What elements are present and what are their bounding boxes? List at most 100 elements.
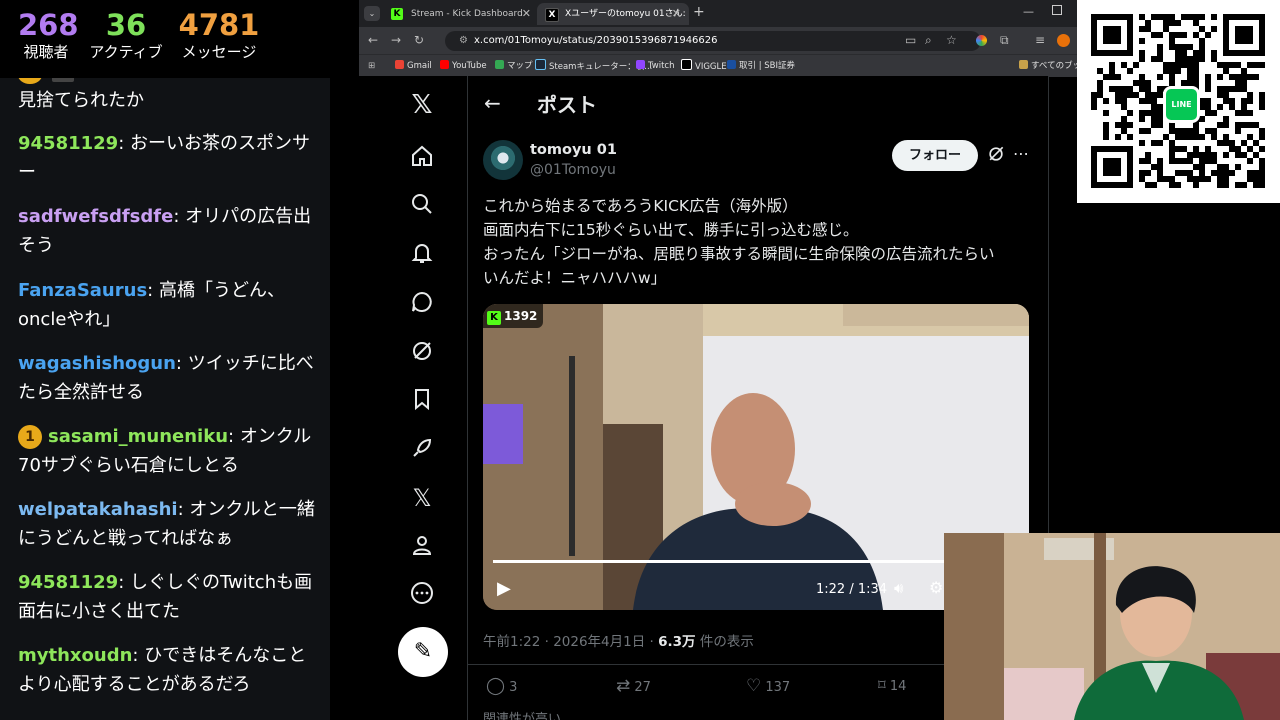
volume-icon[interactable]: 🔊︎ [894, 579, 903, 597]
chat-message-partial: 見捨てられたか [18, 90, 144, 111]
zoom-icon[interactable]: ⌕ [925, 33, 932, 48]
chat-username[interactable]: sadfwefsdfsdfe [18, 206, 173, 227]
chat-panel: 見捨てられたか 94581129: おーいお茶のスポンサー sadfwefsdf… [0, 78, 330, 720]
post-line: これから始まるであろうKICK広告（海外版） [483, 197, 798, 215]
grok-explain-icon[interactable] [986, 144, 1006, 168]
extensions-icon[interactable]: ⧉ [1000, 33, 1009, 48]
reply-button[interactable]: ◯ 3 [486, 676, 517, 696]
tab-x-post[interactable]: X Xユーザーのtomoyu 01さん: ✕ [537, 3, 689, 25]
x-logo-icon[interactable]: 𝕏 [408, 91, 436, 119]
bookmark-count: 14 [889, 679, 907, 694]
new-tab-icon[interactable]: + [693, 4, 705, 20]
close-icon[interactable]: ✕ [672, 3, 681, 25]
cast-icon[interactable]: ▭ [905, 33, 916, 48]
profile-avatar[interactable] [1057, 34, 1070, 47]
x-premium-icon[interactable]: 𝕏 [408, 484, 436, 512]
site-info-icon[interactable]: ⚙ [459, 35, 468, 46]
tab-label: Stream - Kick Dashboard [411, 9, 523, 19]
maximize-icon[interactable] [1052, 5, 1062, 15]
bookmark-steam[interactable]: Steamキュレーター：収... [535, 59, 652, 74]
bookmark-gmail[interactable]: Gmail [395, 59, 432, 73]
address-bar[interactable]: ⚙ x.com/01Tomoyu/status/20390153968719466… [445, 31, 981, 51]
back-icon[interactable]: ← [368, 33, 378, 48]
post-line: おったん「ジローがね、居眠り事故する瞬間に生命保険の広告流れたらい [483, 245, 995, 263]
more-icon[interactable] [408, 581, 436, 609]
post-timestamp[interactable]: 午前1:22 · 2026年4月1日 · [483, 634, 658, 650]
viewers-stat: 268 視聴者 [18, 8, 79, 62]
chat-message: mythxoudn: ひできはそんなことより心配することがあるだろ [18, 645, 307, 695]
partial-emote-icon [52, 78, 74, 82]
viewers-label: 視聴者 [23, 43, 69, 61]
reply-sort-label[interactable]: 関連性が高い [483, 708, 561, 720]
media-icon[interactable]: ≡ [1035, 33, 1045, 48]
x-favicon-icon: X [545, 8, 559, 22]
apps-icon[interactable]: ⊞ [368, 59, 375, 73]
star-icon[interactable]: ☆ [946, 33, 957, 48]
line-logo-icon: LINE [1163, 86, 1200, 123]
premium-rocket-icon[interactable] [408, 436, 436, 464]
chat-message: wagashishogun: ツイッチに比べたら全然許せる [18, 353, 314, 403]
tab-bar: ⌄ K Stream - Kick Dashboard ✕ X Xユーザーのto… [359, 0, 1077, 27]
bookmark-button[interactable]: ⌑ 14 [878, 676, 906, 694]
play-icon[interactable]: ▶ [497, 578, 511, 599]
follow-button[interactable]: フォロー [892, 140, 978, 171]
back-arrow-icon[interactable]: ← [484, 91, 501, 115]
bookmark-twitch[interactable]: Twitch [636, 59, 675, 73]
repost-icon: ⇄ [616, 676, 631, 696]
all-bookmarks[interactable]: すべてのブック [1019, 59, 1077, 73]
grok-icon[interactable] [408, 339, 436, 367]
video-time: 1:22 / 1:34 [816, 582, 888, 597]
search-icon[interactable] [408, 192, 436, 220]
chat-username[interactable]: 94581129 [18, 133, 118, 154]
bookmark-viggle[interactable]: VIGGLE [681, 59, 727, 74]
minimize-icon[interactable]: — [1023, 5, 1034, 18]
notifications-icon[interactable] [408, 241, 436, 269]
avatar[interactable] [483, 140, 523, 180]
webcam-feed-image [944, 533, 1280, 720]
chat-username[interactable]: FanzaSaurus [18, 280, 147, 301]
viewer-count-badge: K 1392 [483, 304, 544, 328]
chat-message: sadfwefsdfsdfe: オリパの広告出そう [18, 206, 312, 256]
post-meta: 午前1:22 · 2026年4月1日 · 6.3万 件の表示 [483, 630, 754, 650]
compose-post-button[interactable]: ✎ [398, 627, 448, 677]
messages-stat: 4781 メッセージ [178, 8, 260, 62]
view-count-suffix: 件の表示 [695, 634, 754, 650]
home-icon[interactable] [408, 144, 436, 172]
like-button[interactable]: ♡ 137 [746, 676, 790, 696]
more-options-icon[interactable]: ⋯ [1013, 144, 1029, 163]
active-count: 36 [105, 8, 147, 42]
bookmark-youtube[interactable]: YouTube [440, 59, 487, 73]
bookmark-icon: ⌑ [878, 676, 886, 694]
close-icon[interactable]: ✕ [522, 3, 531, 25]
bookmarks-bar: ⊞ Gmail YouTube マップ Steamキュレーター：収... Twi… [359, 54, 1077, 77]
chat-message: 94581129: しぐしぐのTwitchも画面右に小さく出てた [18, 572, 313, 622]
messages-icon[interactable] [408, 290, 436, 318]
chat-username[interactable]: wagashishogun [18, 353, 176, 374]
author-handle[interactable]: @01Tomoyu [530, 162, 616, 178]
like-count: 137 [765, 680, 791, 695]
viewers-count: 268 [18, 8, 79, 42]
chat-username[interactable]: mythxoudn [18, 645, 132, 666]
bookmark-sbi[interactable]: 取引 | SBI証券 [727, 59, 795, 73]
video-progress-track[interactable] [493, 560, 1019, 563]
tab-kick-dashboard[interactable]: K Stream - Kick Dashboard ✕ [383, 3, 539, 25]
chat-username[interactable]: 94581129 [18, 572, 118, 593]
extension-icon[interactable] [976, 35, 987, 46]
forward-icon[interactable]: → [391, 33, 401, 48]
tab-label: Xユーザーのtomoyu 01さん: [565, 9, 686, 19]
bookmarks-icon[interactable] [408, 387, 436, 415]
repost-count: 27 [634, 680, 651, 695]
repost-button[interactable]: ⇄ 27 [616, 676, 651, 696]
reload-icon[interactable]: ↻ [414, 33, 424, 48]
chat-message: 1 sasami_muneniku: オンクル70サブぐらい石倉にしとる [18, 425, 312, 476]
settings-gear-icon[interactable]: ⚙ [929, 578, 943, 597]
stream-stats: 268 視聴者 36 アクティブ 4781 メッセージ [0, 0, 330, 78]
author-name[interactable]: tomoyu 01 [530, 142, 617, 158]
profile-icon[interactable] [408, 533, 436, 561]
chat-username[interactable]: welpatakahashi [18, 499, 178, 520]
video-progress-fill [493, 560, 954, 563]
bookmark-maps[interactable]: マップ [495, 59, 533, 73]
tab-search-button[interactable]: ⌄ [364, 6, 380, 21]
chat-username[interactable]: sasami_muneniku [48, 426, 228, 447]
post-line: 画面内右下に15秒ぐらい出て、勝手に引っ込む感じ。 [483, 221, 859, 239]
